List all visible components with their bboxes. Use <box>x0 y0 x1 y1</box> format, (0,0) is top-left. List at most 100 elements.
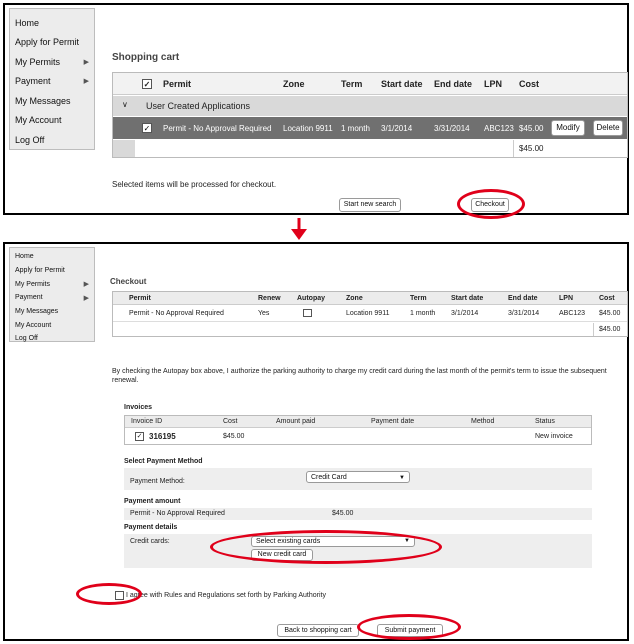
header-invoice-cost: Cost <box>223 418 238 425</box>
header-renew: Renew <box>258 295 281 302</box>
row-term: 1 month <box>341 124 370 133</box>
menu-item-label: Log Off <box>15 335 38 343</box>
checkout-highlight <box>457 189 525 219</box>
header-invoice-id: Invoice ID <box>131 418 163 425</box>
credit-cards-label: Credit cards: <box>130 538 170 545</box>
cart-header: ✓ Permit Zone Term Start date End date L… <box>113 73 627 95</box>
menu-item-log-off[interactable]: Log Off <box>15 130 89 150</box>
group-label: User Created Applications <box>146 101 251 111</box>
payment-amount-title: Payment amount <box>124 498 181 505</box>
side-menu: Home Apply for Permit My Permits ▶ Payment ▶ M… <box>9 247 95 342</box>
payment-amount-item: Permit - No Approval Required <box>130 510 225 517</box>
header-zone: Zone <box>346 295 363 302</box>
menu-item-payment[interactable]: Payment ▶ <box>15 72 89 92</box>
collapse-icon[interactable]: ∨ <box>122 100 128 109</box>
agree-text: I agree with Rules and Regulations set f… <box>126 592 326 599</box>
menu-item-my-account[interactable]: My Account <box>15 111 89 131</box>
back-to-cart-button[interactable]: Back to shopping cart <box>277 624 359 637</box>
header-cost: Cost <box>599 295 615 302</box>
menu-item-label: My Account <box>15 321 52 329</box>
menu-item-label: Log Off <box>15 134 45 145</box>
side-menu: Home Apply for Permit My Permits ▶ Payment ▶ M… <box>9 8 95 150</box>
group-row[interactable]: ∨ User Created Applications <box>113 96 627 116</box>
row-permit: Permit - No Approval Required <box>129 310 224 317</box>
header-end-date: End date <box>434 79 473 89</box>
row-zone: Location 9911 <box>346 310 390 317</box>
submenu-arrow-icon: ▶ <box>83 58 89 66</box>
invoices-table: Invoice ID Cost Amount paid Payment date… <box>124 415 592 445</box>
header-status: Status <box>535 418 555 425</box>
cart-table: ✓ Permit Zone Term Start date End date L… <box>112 72 628 158</box>
cart-row[interactable]: ✓ Permit - No Approval Required Location… <box>113 117 627 139</box>
menu-item-apply-for-permit[interactable]: Apply for Permit <box>15 264 89 278</box>
agree-highlight <box>76 583 142 605</box>
header-cost: Cost <box>519 79 539 89</box>
menu-item-label: Home <box>15 253 34 261</box>
row-end-date: 3/31/2014 <box>434 124 470 133</box>
row-lpn: ABC123 <box>484 124 514 133</box>
menu-item-label: My Messages <box>15 95 71 106</box>
menu-item-label: Apply for Permit <box>15 37 80 48</box>
payment-method-value: Credit Card <box>311 474 347 481</box>
header-zone: Zone <box>283 79 305 89</box>
payment-amount-value: $45.00 <box>332 510 354 517</box>
row-permit: Permit - No Approval Required <box>163 124 272 133</box>
menu-item-label: My Permits <box>15 56 60 67</box>
submit-highlight <box>357 614 461 640</box>
submenu-arrow-icon: ▶ <box>83 78 89 86</box>
menu-item-home[interactable]: Home <box>15 13 89 33</box>
menu-item-my-messages[interactable]: My Messages <box>15 91 89 111</box>
delete-button[interactable]: Delete <box>593 120 623 136</box>
invoices-header: Invoice ID Cost Amount paid Payment date… <box>125 416 591 428</box>
menu-item-my-account[interactable]: My Account <box>15 318 89 332</box>
submenu-arrow-icon: ▶ <box>83 281 89 289</box>
header-method: Method <box>471 418 495 425</box>
checkout-header: Permit Renew Autopay Zone Term Start dat… <box>113 292 627 305</box>
payment-method-select[interactable]: Credit Card ▼ <box>306 471 410 483</box>
payment-details-title: Payment details <box>124 524 178 531</box>
row-cost: $45.00 <box>519 124 544 133</box>
checkout-row: Permit - No Approval Required Yes Locati… <box>113 306 627 322</box>
select-all-checkbox[interactable]: ✓ <box>142 79 152 89</box>
invoice-status: New invoice <box>535 433 573 440</box>
cart-total: $45.00 <box>519 144 544 153</box>
row-term: 1 month <box>410 310 436 317</box>
invoice-checkbox[interactable]: ✓ <box>135 432 144 441</box>
autopay-checkbox[interactable] <box>303 309 312 317</box>
start-new-search-button[interactable]: Start new search <box>339 198 401 212</box>
row-renew: Yes <box>258 310 270 317</box>
invoice-row: ✓ 316195 $45.00 New invoice <box>125 429 591 444</box>
invoice-id: 316195 <box>149 432 176 441</box>
payment-method-box: Payment Method: Credit Card ▼ <box>124 468 592 490</box>
checkout-total: $45.00 <box>599 326 621 333</box>
menu-item-label: Home <box>15 17 40 28</box>
checkout-panel: Home Apply for Permit My Permits ▶ Payment ▶ M… <box>3 242 629 641</box>
page-title: Shopping cart <box>112 52 180 63</box>
header-lpn: LPN <box>559 295 573 302</box>
row-cost: $45.00 <box>599 310 621 317</box>
menu-item-label: Payment <box>15 294 43 302</box>
menu-item-log-off[interactable]: Log Off <box>15 332 89 346</box>
menu-item-my-permits[interactable]: My Permits ▶ <box>15 52 89 72</box>
row-checkbox[interactable]: ✓ <box>142 123 152 133</box>
menu-item-my-messages[interactable]: My Messages <box>15 305 89 319</box>
header-payment-date: Payment date <box>371 418 415 425</box>
menu-item-home[interactable]: Home <box>15 250 89 264</box>
cart-total-row: $45.00 <box>113 140 627 157</box>
payment-amount-box: Permit - No Approval Required $45.00 <box>124 508 592 520</box>
row-zone: Location 9911 <box>283 124 333 133</box>
row-lpn: ABC123 <box>559 310 586 317</box>
header-start-date: Start date <box>381 79 423 89</box>
shopping-cart-panel: Home Apply for Permit My Permits ▶ Payment ▶ M… <box>3 3 629 219</box>
header-end-date: End date <box>508 295 538 302</box>
menu-item-apply-for-permit[interactable]: Apply for Permit <box>15 33 89 53</box>
header-start-date: Start date <box>451 295 484 302</box>
down-arrow-icon <box>291 218 307 240</box>
page-title: Checkout <box>110 277 147 286</box>
modify-button[interactable]: Modify <box>551 120 585 136</box>
header-amount-paid: Amount paid <box>276 418 316 425</box>
menu-item-my-permits[interactable]: My Permits ▶ <box>15 277 89 291</box>
checkout-total-row: $45.00 <box>113 323 627 336</box>
menu-item-payment[interactable]: Payment ▶ <box>15 291 89 305</box>
credit-card-highlight <box>210 530 442 564</box>
